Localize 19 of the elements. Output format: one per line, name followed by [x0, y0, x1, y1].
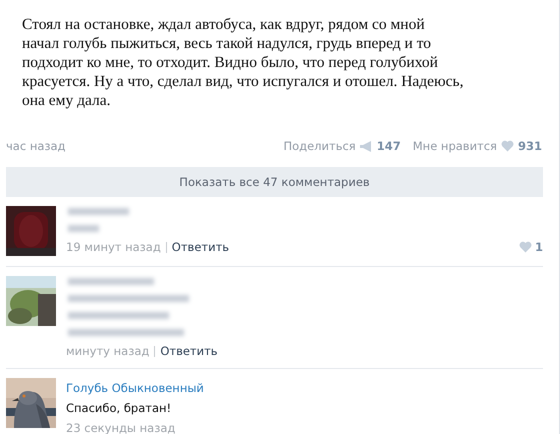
- post-time: час назад: [6, 139, 66, 153]
- blurred-text: [66, 223, 101, 234]
- heart-icon: [500, 140, 514, 152]
- show-comments-button[interactable]: Показать все 47 комментариев: [6, 167, 543, 197]
- share-count: 147: [376, 139, 401, 153]
- reply-link[interactable]: Ответить: [160, 344, 218, 358]
- comment-time: 19 минут назад: [66, 240, 161, 254]
- megaphone-icon: [360, 140, 373, 152]
- comment-text: Спасибо, братан!: [66, 401, 172, 415]
- reply-link[interactable]: Ответить: [172, 240, 230, 254]
- heart-icon: [518, 241, 532, 253]
- share-label[interactable]: Поделиться: [283, 139, 356, 153]
- post-text: Стоял на остановке, ждал автобуса, как вдруг, рядом со мной начал голубь пыжиться, весь такой надулся, грудь вперед и то подходит ко мне, то отходит. Видно было, что перед голубихой красуется. Ну а что, сделал вид, что испугался и отошел. Надеюсь, она ему дала.: [21, 15, 464, 111]
- like-button[interactable]: 1: [518, 240, 543, 254]
- author-link[interactable]: Голубь Обыкновенный: [66, 381, 543, 395]
- comment-time: минуту назад: [66, 344, 150, 358]
- like-label[interactable]: Мне нравится: [412, 139, 497, 153]
- like-count: 931: [518, 139, 542, 153]
- blurred-text: [66, 206, 131, 217]
